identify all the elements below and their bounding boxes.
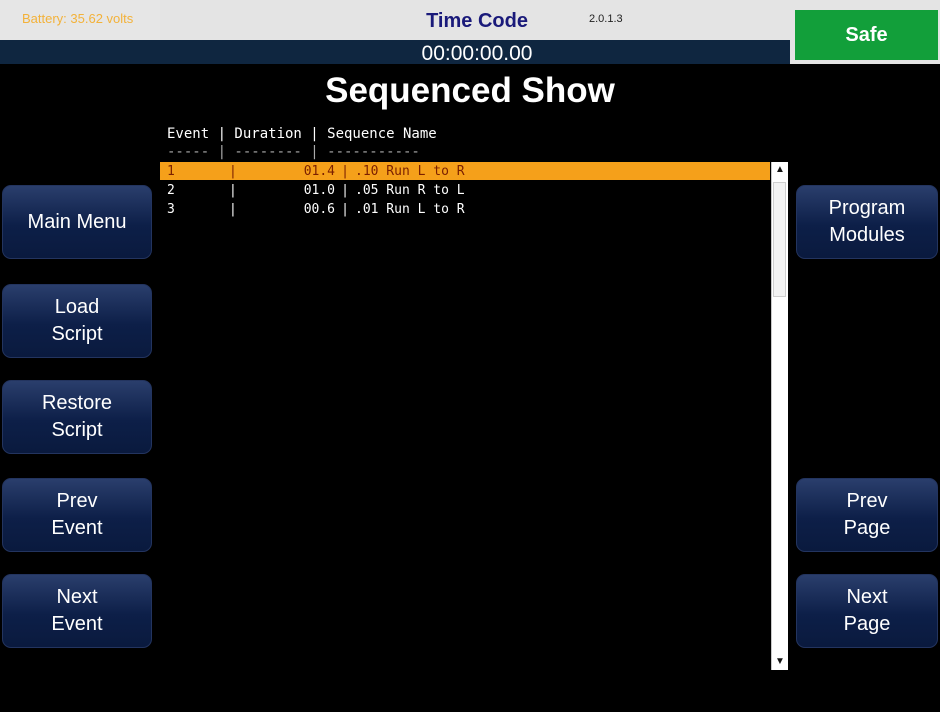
column-divider: | — [229, 182, 237, 198]
main-menu-button[interactable]: Main Menu — [2, 185, 152, 259]
sequence-name: .05 Run R to L — [355, 182, 465, 198]
scroll-thumb[interactable] — [773, 182, 786, 297]
event-number: 1 — [167, 163, 175, 179]
table-row[interactable]: 2 | 01.0 | .05 Run R to L — [160, 181, 770, 199]
sequence-name: .10 Run L to R — [355, 163, 465, 179]
scroll-up-arrow-icon[interactable]: ▲ — [772, 162, 788, 178]
prev-page-button[interactable]: Prev Page — [796, 478, 938, 552]
version-text: 2.0.1.3 — [589, 13, 623, 25]
prev-event-button[interactable]: Prev Event — [2, 478, 152, 552]
timecode-label: Time Code — [426, 10, 528, 32]
column-divider: | — [341, 182, 349, 198]
restore-script-button[interactable]: Restore Script — [2, 380, 152, 454]
event-number: 3 — [167, 201, 175, 217]
column-divider: | — [341, 163, 349, 179]
table-header: Event | Duration | Sequence Name — [167, 126, 437, 142]
table-row[interactable]: 1 | 01.4 | .10 Run L to R — [160, 162, 770, 180]
column-divider: | — [229, 163, 237, 179]
event-list[interactable]: 1 | 01.4 | .10 Run L to R 2 | 01.0 | .05 Run R to… — [160, 162, 780, 670]
next-page-button[interactable]: Next Page — [796, 574, 938, 648]
column-divider: | — [341, 201, 349, 217]
next-event-button[interactable]: Next Event — [2, 574, 152, 648]
event-duration: 01.0 — [303, 182, 335, 198]
battery-text: Battery: 35.62 volts — [22, 11, 134, 26]
page-title: Sequenced Show — [325, 71, 615, 110]
event-duration: 01.4 — [303, 163, 335, 179]
scroll-down-arrow-icon[interactable]: ▼ — [772, 654, 788, 670]
table-row[interactable]: 3 | 00.6 | .01 Run L to R — [160, 200, 770, 218]
event-list-scrollbar[interactable]: ▲ ▼ — [771, 162, 788, 670]
event-duration: 00.6 — [303, 201, 335, 217]
column-divider: | — [229, 201, 237, 217]
load-script-button[interactable]: Load Script — [2, 284, 152, 358]
timecode-value: 00:00:00.00 — [421, 42, 533, 65]
status-bar: Battery: 35.62 volts Time Code 2.0.1.3 0… — [0, 0, 940, 65]
safe-status-button[interactable]: Safe — [795, 10, 938, 60]
program-modules-button[interactable]: Program Modules — [796, 185, 938, 259]
table-header-separator: ----- | -------- | ----------- — [167, 144, 420, 160]
event-number: 2 — [167, 182, 175, 198]
sequence-name: .01 Run L to R — [355, 201, 465, 217]
